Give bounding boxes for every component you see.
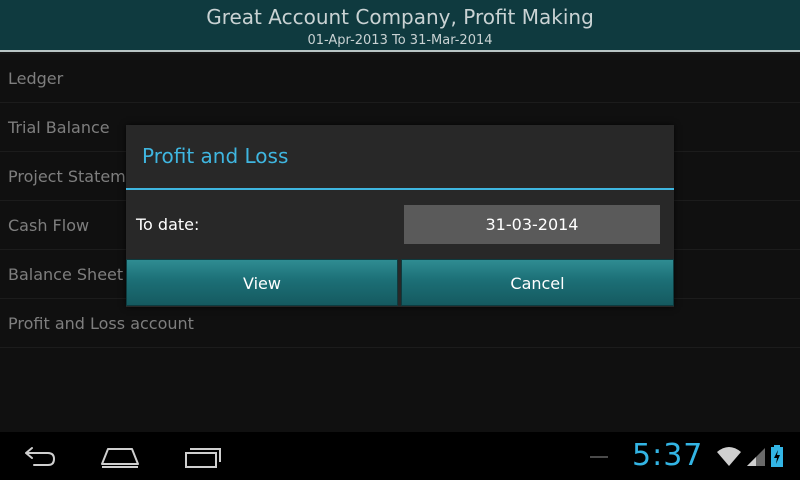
company-title: Great Account Company, Profit Making — [206, 5, 594, 29]
dialog-title: Profit and Loss — [142, 144, 289, 168]
system-nav-bar: 5:37 — [0, 432, 800, 480]
recent-apps-icon[interactable] — [178, 440, 226, 472]
period-subtitle: 01-Apr-2013 To 31-Mar-2014 — [307, 33, 493, 48]
cancel-button[interactable]: Cancel — [401, 259, 674, 306]
wifi-icon — [716, 444, 742, 472]
profit-loss-dialog: Profit and Loss To date: View Cancel — [126, 125, 674, 307]
clock: 5:37 — [632, 438, 704, 473]
view-button[interactable]: View — [126, 259, 398, 306]
app-header: Great Account Company, Profit Making 01-… — [0, 0, 800, 52]
app-screen: Great Account Company, Profit Making 01-… — [0, 0, 800, 480]
battery-charging-icon — [770, 444, 784, 472]
notification-placeholder — [590, 456, 608, 458]
dialog-divider — [126, 188, 674, 190]
signal-icon — [745, 444, 767, 472]
back-icon[interactable] — [16, 440, 64, 472]
to-date-label: To date: — [136, 215, 200, 234]
home-icon[interactable] — [96, 440, 144, 472]
to-date-field[interactable] — [404, 205, 660, 244]
